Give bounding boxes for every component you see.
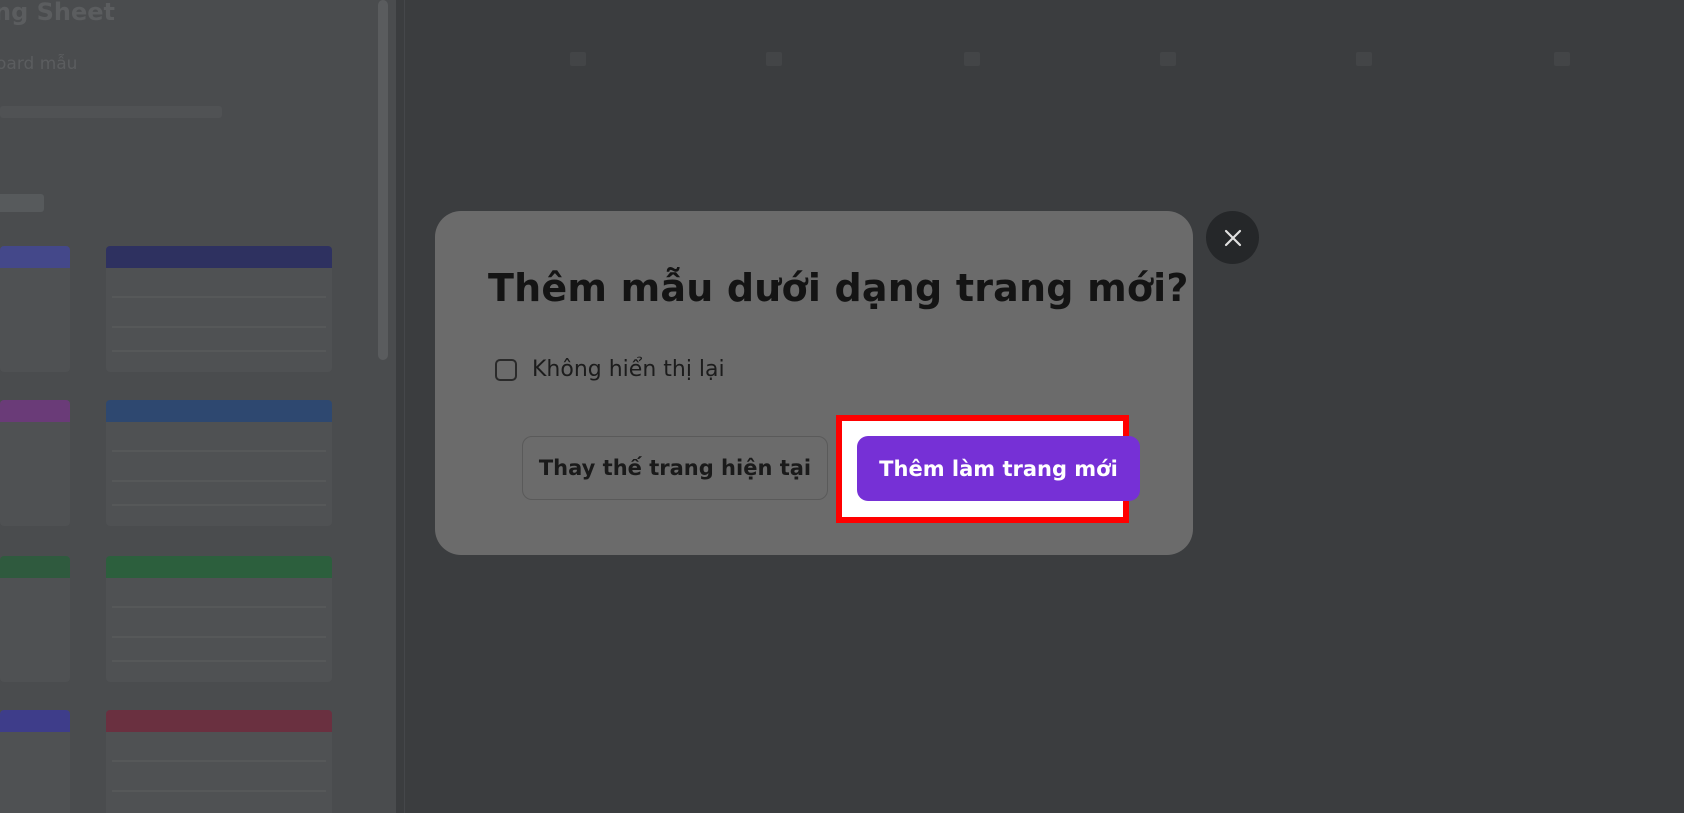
sidebar-scrollbar[interactable] (378, 0, 388, 360)
template-thumbnail[interactable] (0, 710, 70, 813)
template-thumbnail[interactable] (0, 556, 70, 682)
background-divider (404, 0, 405, 813)
template-thumbnail[interactable] (0, 400, 70, 526)
background-sidebar-subtitle: oard mẫu (0, 54, 78, 74)
template-thumbnail[interactable] (106, 556, 332, 682)
add-template-dialog: Thêm mẫu dưới dạng trang mới? Không hiển… (435, 211, 1193, 555)
background-grid-columns (420, 52, 1684, 72)
close-icon (1224, 229, 1241, 246)
dont-show-again-checkbox[interactable] (495, 358, 517, 381)
dont-show-again-label: Không hiển thị lại (532, 357, 725, 382)
template-thumbnail[interactable] (106, 246, 332, 372)
background-sidebar-title: ng Sheet (0, 0, 116, 26)
dialog-title: Thêm mẫu dưới dạng trang mới? (488, 266, 1189, 310)
template-thumbnail[interactable] (0, 246, 70, 372)
template-thumbnail[interactable] (106, 400, 332, 526)
template-thumbnail[interactable] (106, 710, 332, 813)
background-sidebar: ng Sheet oard mẫu (0, 0, 396, 813)
replace-current-page-button[interactable]: Thay thế trang hiện tại (522, 436, 828, 500)
background-sidebar-line (0, 106, 222, 118)
background-sidebar-heading (0, 194, 44, 212)
add-as-new-page-button[interactable]: Thêm làm trang mới (857, 436, 1140, 501)
close-dialog-button[interactable] (1206, 211, 1259, 264)
dont-show-again-option[interactable]: Không hiển thị lại (495, 357, 725, 382)
